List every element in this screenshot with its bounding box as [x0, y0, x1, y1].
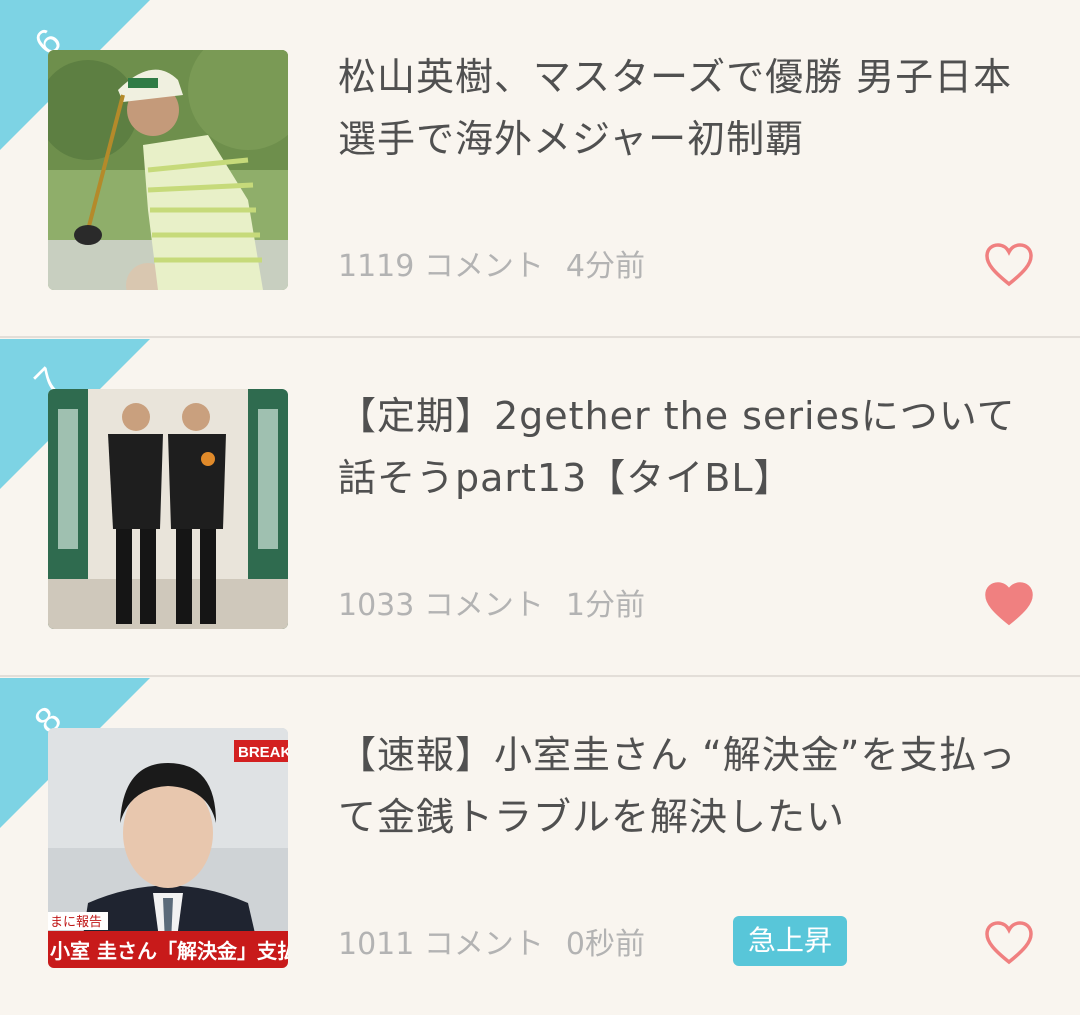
list-item[interactable]: 8 BREAK まに報告 小室 圭さん「解決金」支払 【速報】小室圭さん “解決… — [0, 678, 1080, 1015]
thumbnail-image[interactable] — [48, 50, 288, 290]
trending-badge: 急上昇 — [733, 916, 847, 966]
topic-list: 6 松山英樹、マスターズで優勝 男子日本選手で海外メジャー初制覇 1119 コメ… — [0, 0, 1080, 1015]
topic-title[interactable]: 松山英樹、マスターズで優勝 男子日本選手で海外メジャー初制覇 — [338, 46, 1038, 170]
topic-meta: 1033 コメント 1分前 — [338, 582, 667, 630]
heart-outline-icon[interactable] — [984, 242, 1034, 288]
topic-title[interactable]: 【速報】小室圭さん “解決金”を支払って金銭トラブルを解決したい — [338, 724, 1038, 848]
heart-outline-icon[interactable] — [984, 920, 1034, 966]
breaking-label: BREAK — [238, 744, 288, 761]
list-item[interactable]: 7 【定期】2gether the seriesについて話そうpart13【タイ… — [0, 339, 1080, 677]
time-ago: 0秒前 — [565, 927, 645, 962]
list-item[interactable]: 6 松山英樹、マスターズで優勝 男子日本選手で海外メジャー初制覇 1119 コメ… — [0, 0, 1080, 338]
time-ago: 4分前 — [565, 249, 645, 284]
topic-title[interactable]: 【定期】2gether the seriesについて話そうpart13【タイBL… — [338, 385, 1038, 509]
thumbnail-image[interactable] — [48, 389, 288, 629]
topic-meta: 1119 コメント 4分前 — [338, 243, 667, 291]
comment-count: 1033 コメント — [338, 588, 544, 623]
heart-filled-icon[interactable] — [984, 581, 1034, 627]
thumbnail-image[interactable]: BREAK まに報告 小室 圭さん「解決金」支払 — [48, 728, 288, 968]
time-ago: 1分前 — [565, 588, 645, 623]
report-label: まに報告 — [50, 915, 102, 930]
caption-label: 小室 圭さん「解決金」支払 — [50, 939, 288, 963]
comment-count: 1119 コメント — [338, 249, 544, 284]
topic-meta: 1011 コメント 0秒前 — [338, 921, 667, 969]
comment-count: 1011 コメント — [338, 927, 544, 962]
